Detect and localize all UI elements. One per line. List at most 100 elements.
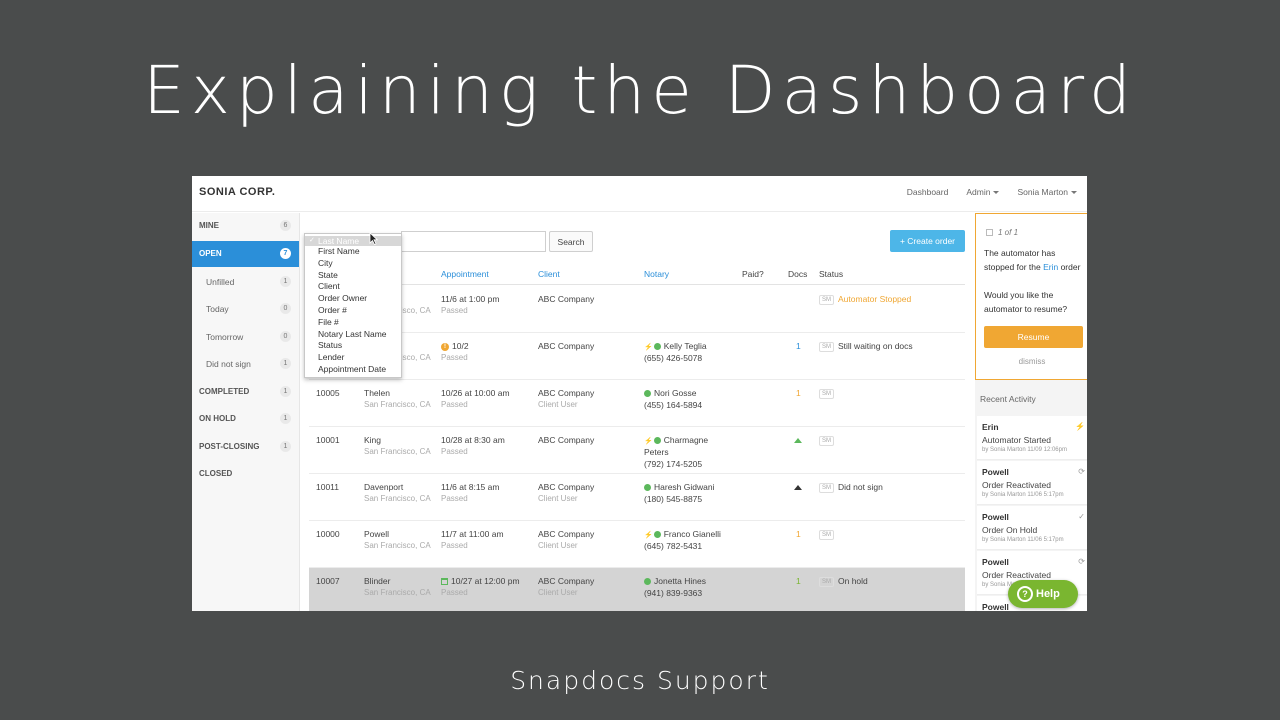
table-row[interactable]: 10005 Thelen San Francisco, CA 10/26 at … <box>309 380 965 427</box>
row-notary[interactable]: ⚡ Charmagne <box>644 435 708 445</box>
sidebar-item-today[interactable]: Today 0 <box>192 296 299 322</box>
column-header-appointment[interactable]: Appointment <box>441 269 489 279</box>
row-docs[interactable]: 1 <box>796 388 801 398</box>
checkbox[interactable] <box>986 229 993 236</box>
row-order-id[interactable]: 10011 <box>316 482 339 492</box>
row-notary[interactable]: ⚡ Kelly Teglia <box>644 341 707 351</box>
row-notary[interactable]: Jonetta Hines <box>644 576 706 586</box>
table-row[interactable]: 10000 Powell San Francisco, CA 11/7 at 1… <box>309 521 965 568</box>
row-notary-name-line2: Peters <box>644 447 669 457</box>
row-last-name: Blinder <box>364 576 391 586</box>
dropdown-option-notary-last-name[interactable]: Notary Last Name <box>318 329 387 339</box>
row-order-id[interactable]: 10007 <box>316 576 340 586</box>
sm-badge: SM <box>819 435 834 446</box>
activity-item[interactable]: Erin Automator Started by Sonia Marton 1… <box>977 416 1087 460</box>
dropdown-option-label: Last Name <box>318 236 360 246</box>
sidebar-item-label: MINE <box>199 221 219 230</box>
alert-pager-text: 1 of 1 <box>998 228 1019 237</box>
recent-activity-title: Recent Activity <box>980 394 1036 404</box>
row-client-user: Client User <box>538 400 578 409</box>
dropdown-option-order-owner[interactable]: Order Owner <box>318 293 367 303</box>
column-header-notary[interactable]: Notary <box>644 269 669 279</box>
create-order-button[interactable]: + Create order <box>890 230 965 252</box>
row-status-text: On hold <box>838 576 868 586</box>
dropdown-option-state[interactable]: State <box>318 270 338 280</box>
sidebar-item-closed[interactable]: CLOSED <box>192 461 299 487</box>
nav-admin-menu[interactable]: Admin <box>966 187 1000 197</box>
row-client: ABC Company <box>538 529 595 539</box>
row-notary-name: Franco Gianelli <box>663 529 721 539</box>
activity-item[interactable]: Powell Order On Hold by Sonia Marton 11/… <box>977 506 1087 550</box>
table-row[interactable]: 10011 Davenport San Francisco, CA 11/6 a… <box>309 474 965 521</box>
table-row[interactable]: San Francisco, CA 11/6 at 1:00 pm Passed… <box>309 286 965 333</box>
brand-logo[interactable]: SONIA CORP. <box>199 186 275 198</box>
sidebar-item-tomorrow[interactable]: Tomorrow 0 <box>192 324 299 350</box>
slide-footer: Snapdocs Support <box>510 666 770 695</box>
row-status: SM On hold <box>819 576 868 587</box>
row-notary-name: Jonetta Hines <box>654 576 706 586</box>
row-status: SM Automator Stopped <box>819 294 911 305</box>
row-docs[interactable]: 1 <box>796 341 801 351</box>
sidebar-item-label: Tomorrow <box>206 332 244 342</box>
row-docs[interactable] <box>794 435 802 445</box>
row-docs[interactable]: 1 <box>796 576 801 586</box>
row-notary[interactable]: Haresh Gidwani <box>644 482 714 492</box>
dropdown-option-file-number[interactable]: File # <box>318 317 339 327</box>
alert-message: The automator has stopped for the Erin o… <box>984 246 1082 274</box>
dropdown-option-appointment-date[interactable]: Appointment Date <box>318 364 386 374</box>
row-docs[interactable] <box>794 482 802 492</box>
row-docs[interactable]: 1 <box>796 529 801 539</box>
row-order-id[interactable]: 10000 <box>316 529 340 539</box>
refresh-icon: ⟳ <box>1078 557 1085 566</box>
sidebar-item-unfilled[interactable]: Unfilled 1 <box>192 269 299 295</box>
row-notary[interactable]: ⚡ Franco Gianelli <box>644 529 721 539</box>
calendar-icon <box>441 578 448 586</box>
row-client-user: Client User <box>538 494 578 503</box>
help-button[interactable]: ? Help <box>1008 580 1078 608</box>
nav-dashboard-link[interactable]: Dashboard <box>907 187 949 197</box>
row-order-id[interactable]: 10001 <box>316 435 340 445</box>
row-city: San Francisco, CA <box>364 588 431 597</box>
row-status: SM Still waiting on docs <box>819 341 913 352</box>
lightning-icon: ⚡ <box>1075 422 1085 431</box>
dropdown-option-city[interactable]: City <box>318 258 333 268</box>
activity-item[interactable]: Powell Order Reactivated by Sonia Marton… <box>977 461 1087 505</box>
search-input[interactable] <box>401 231 546 252</box>
row-order-id[interactable]: 10005 <box>316 388 340 398</box>
activity-meta: by Sonia Marton 11/06 5:17pm <box>982 537 1064 543</box>
sidebar-item-completed[interactable]: COMPLETED 1 <box>192 379 299 405</box>
row-notary[interactable]: Nori Gosse <box>644 388 697 398</box>
row-status-text: Still waiting on docs <box>838 341 913 351</box>
sidebar-item-on-hold[interactable]: ON HOLD 1 <box>192 406 299 432</box>
sidebar-item-post-closing[interactable]: POST-CLOSING 1 <box>192 434 299 460</box>
sidebar-item-did-not-sign[interactable]: Did not sign 1 <box>192 351 299 377</box>
dropdown-option-last-name[interactable]: ✓ Last Name <box>305 236 401 246</box>
dropdown-option-lender[interactable]: Lender <box>318 352 344 362</box>
table-row[interactable]: 10007 Blinder San Francisco, CA 10/27 at… <box>309 568 965 611</box>
row-appointment: 10/27 at 12:00 pm <box>441 576 520 586</box>
row-appointment-status: Passed <box>441 447 468 456</box>
warning-icon: ! <box>441 342 449 351</box>
row-notary-name: Haresh Gidwani <box>654 482 715 492</box>
alert-order-link[interactable]: Erin <box>1043 262 1058 272</box>
sidebar-item-open[interactable]: OPEN 7 <box>192 241 299 267</box>
sidebar-item-mine[interactable]: MINE 6 <box>192 213 299 239</box>
table-row[interactable]: San Francisco, CA !10/2 Passed ABC Compa… <box>309 333 965 380</box>
row-client: ABC Company <box>538 294 595 304</box>
resume-button[interactable]: Resume <box>984 326 1083 348</box>
row-appointment-status: Passed <box>441 400 468 409</box>
dismiss-link[interactable]: dismiss <box>976 357 1087 366</box>
refresh-icon: ⟳ <box>1078 467 1085 476</box>
dropdown-option-order-number[interactable]: Order # <box>318 305 347 315</box>
table-row[interactable]: 10001 King San Francisco, CA 10/28 at 8:… <box>309 427 965 474</box>
nav-user-menu[interactable]: Sonia Marton <box>1017 187 1077 197</box>
row-notary-phone: (941) 839-9363 <box>644 588 703 598</box>
search-button[interactable]: Search <box>549 231 593 252</box>
dropdown-option-first-name[interactable]: First Name <box>318 246 360 256</box>
sidebar-item-label: POST-CLOSING <box>199 442 260 451</box>
table-header: Appointment Client Notary Paid? Docs Sta… <box>309 261 965 285</box>
column-header-client[interactable]: Client <box>538 269 560 279</box>
dropdown-option-status[interactable]: Status <box>318 340 342 350</box>
dropdown-option-client[interactable]: Client <box>318 281 340 291</box>
count-badge: 1 <box>280 386 291 397</box>
